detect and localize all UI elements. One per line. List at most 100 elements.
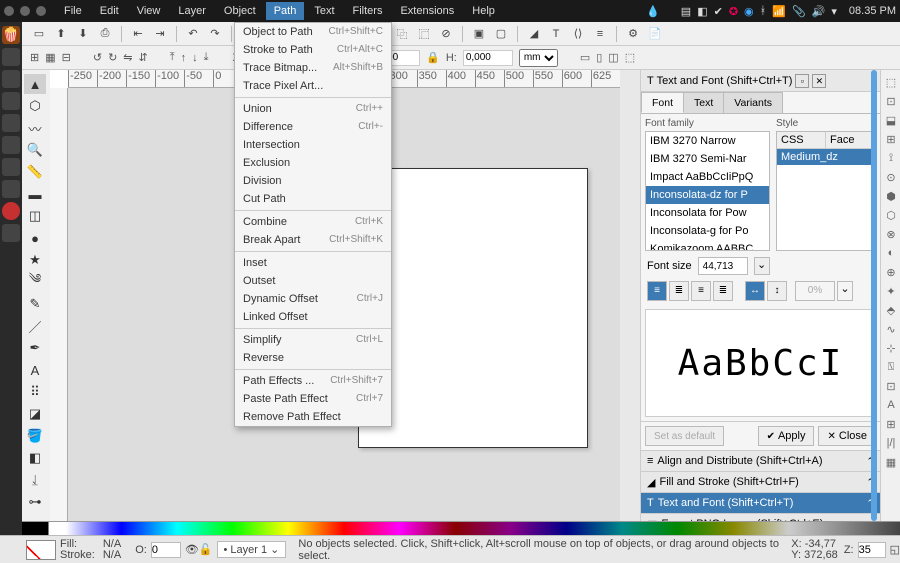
print-icon[interactable]: ⎙ xyxy=(96,25,114,43)
menuitem-combine[interactable]: CombineCtrl+K xyxy=(235,213,391,231)
tray-icon[interactable]: ◉ xyxy=(744,5,754,18)
bluetooth-icon[interactable]: ᚼ xyxy=(760,5,767,17)
align-icon[interactable]: ≡ xyxy=(591,25,609,43)
minimize-window[interactable] xyxy=(20,6,30,16)
lock-icon[interactable]: 🔒 xyxy=(426,51,440,64)
3dbox-tool[interactable]: ◫ xyxy=(24,206,46,226)
pencil-tool[interactable]: ✎ xyxy=(24,294,46,314)
apply-button[interactable]: ✔ Apply xyxy=(758,426,815,446)
tweak-tool[interactable]: 〰 xyxy=(24,118,46,138)
group-icon[interactable]: ▣ xyxy=(470,25,488,43)
selector-tool[interactable]: ▲ xyxy=(24,74,46,94)
snap-icon[interactable]: ∿ xyxy=(883,321,899,337)
rect-tool[interactable]: ▬ xyxy=(24,184,46,204)
menuitem-object-to-path[interactable]: Object to PathCtrl+Shift+C xyxy=(235,23,391,41)
menu-help[interactable]: Help xyxy=(464,2,503,20)
menuitem-linked-offset[interactable]: Linked Offset xyxy=(235,308,391,326)
menu-icon[interactable]: ▾ xyxy=(831,5,837,18)
menuitem-division[interactable]: Division xyxy=(235,172,391,190)
menuitem-cut-path[interactable]: Cut Path xyxy=(235,190,391,208)
set-default-button[interactable]: Set as default xyxy=(645,426,724,446)
panel-close[interactable]: ✕ xyxy=(812,74,826,88)
units-select[interactable]: mm xyxy=(519,49,558,67)
text-tool-icon[interactable]: T xyxy=(547,25,565,43)
layer-visibility-icon[interactable]: 👁 xyxy=(185,543,199,556)
align-left-button[interactable]: ≡ xyxy=(647,281,667,301)
bucket-tool[interactable]: 🪣 xyxy=(24,426,46,446)
font-size-dropdown[interactable]: ⌄ xyxy=(754,257,770,275)
menuitem-remove-path-effect[interactable]: Remove Path Effect xyxy=(235,408,391,426)
wifi-icon[interactable]: 📶 xyxy=(772,5,786,18)
font-option[interactable]: Impact AaBbCcIiPpQ xyxy=(646,168,769,186)
snap-icon[interactable]: ⊡ xyxy=(883,378,899,394)
spacing-dropdown[interactable]: ⌄ xyxy=(837,281,853,301)
flip-h-icon[interactable]: ⇋ xyxy=(123,51,132,64)
clock[interactable]: 08.35 PM xyxy=(849,5,896,17)
menuitem-dynamic-offset[interactable]: Dynamic OffsetCtrl+J xyxy=(235,290,391,308)
menuitem-union[interactable]: UnionCtrl++ xyxy=(235,100,391,118)
font-option[interactable]: IBM 3270 Narrow xyxy=(646,132,769,150)
launcher-icon[interactable] xyxy=(2,158,20,176)
close-window[interactable] xyxy=(4,6,14,16)
menuitem-reverse[interactable]: Reverse xyxy=(235,349,391,367)
clip-icon[interactable]: 📎 xyxy=(792,5,806,18)
open-icon[interactable]: ⬆ xyxy=(52,25,70,43)
undo-icon[interactable]: ↶ xyxy=(184,25,202,43)
snap-icon[interactable]: ⬢ xyxy=(883,188,899,204)
font-option[interactable]: Inconsolata for Pow xyxy=(646,204,769,222)
tab-text[interactable]: Text xyxy=(683,92,724,113)
ellipse-tool[interactable]: ● xyxy=(24,228,46,248)
save-icon[interactable]: ⬇ xyxy=(74,25,92,43)
docked-panel-header[interactable]: TText and Font (Shift+Ctrl+T)⌃ xyxy=(641,493,880,514)
docked-panel-header[interactable]: ◢Fill and Stroke (Shift+Ctrl+F)⌃ xyxy=(641,472,880,493)
text-vertical-button[interactable]: ↕ xyxy=(767,281,787,301)
font-size-input[interactable] xyxy=(698,257,748,275)
select-layer-icon[interactable]: ▦ xyxy=(45,51,55,64)
affect-icon[interactable]: ▭ xyxy=(580,51,590,64)
node-tool[interactable]: ⬡ xyxy=(24,96,46,116)
menu-extensions[interactable]: Extensions xyxy=(392,2,462,20)
launcher-icon[interactable] xyxy=(2,224,20,242)
ungroup-icon[interactable]: ▢ xyxy=(492,25,510,43)
style-row[interactable]: Medium_dz xyxy=(777,149,875,165)
menuitem-break-apart[interactable]: Break ApartCtrl+Shift+K xyxy=(235,231,391,249)
tray-icon[interactable]: ◧ xyxy=(697,5,707,18)
snap-icon[interactable]: ⟟ xyxy=(883,150,899,166)
menu-file[interactable]: File xyxy=(56,2,90,20)
menu-layer[interactable]: Layer xyxy=(170,2,214,20)
rotate-cw-icon[interactable]: ↻ xyxy=(108,51,117,64)
menuitem-trace-bitmap-[interactable]: Trace Bitmap...Alt+Shift+B xyxy=(235,59,391,77)
menuitem-paste-path-effect[interactable]: Paste Path EffectCtrl+7 xyxy=(235,390,391,408)
menuitem-stroke-to-path[interactable]: Stroke to PathCtrl+Alt+C xyxy=(235,41,391,59)
snap-icon[interactable]: ⬡ xyxy=(883,207,899,223)
raise-top-icon[interactable]: ⤒ xyxy=(170,51,175,64)
launcher-icon[interactable] xyxy=(2,70,20,88)
snap-icon[interactable]: ⬘ xyxy=(883,302,899,318)
launcher-icon[interactable] xyxy=(2,202,20,220)
menuitem-inset[interactable]: Inset xyxy=(235,254,391,272)
zoom-input[interactable] xyxy=(858,542,886,558)
snap-icon[interactable]: ▦ xyxy=(883,454,899,470)
menuitem-exclusion[interactable]: Exclusion xyxy=(235,154,391,172)
font-option[interactable]: IBM 3270 Semi-Nar xyxy=(646,150,769,168)
font-family-list[interactable]: IBM 3270 NarrowIBM 3270 Semi-NarImpact A… xyxy=(645,131,770,251)
snap-icon[interactable]: ⊞ xyxy=(883,416,899,432)
layer-selector[interactable]: • Layer 1 ⌄ xyxy=(217,541,287,558)
affect-icon[interactable]: ◫ xyxy=(608,51,618,64)
unlink-icon[interactable]: ⊘ xyxy=(437,25,455,43)
volume-icon[interactable]: 🔊 xyxy=(812,5,826,18)
redo-icon[interactable]: ↷ xyxy=(206,25,224,43)
affect-icon[interactable]: ⬚ xyxy=(625,51,635,64)
dropper-tool[interactable]: ⥙ xyxy=(24,470,46,490)
measure-tool[interactable]: 📏 xyxy=(24,162,46,182)
snap-icon[interactable]: ⊕ xyxy=(883,264,899,280)
import-icon[interactable]: ⇤ xyxy=(129,25,147,43)
gradient-tool[interactable]: ◧ xyxy=(24,448,46,468)
fill-stroke-indicator[interactable] xyxy=(26,540,56,560)
tab-variants[interactable]: Variants xyxy=(723,92,783,113)
eraser-tool[interactable]: ◪ xyxy=(24,404,46,424)
text-tool[interactable]: A xyxy=(24,360,46,380)
snap-icon[interactable]: ⬓ xyxy=(883,112,899,128)
snap-icon[interactable]: ⊞ xyxy=(883,131,899,147)
launcher-icon[interactable] xyxy=(2,180,20,198)
